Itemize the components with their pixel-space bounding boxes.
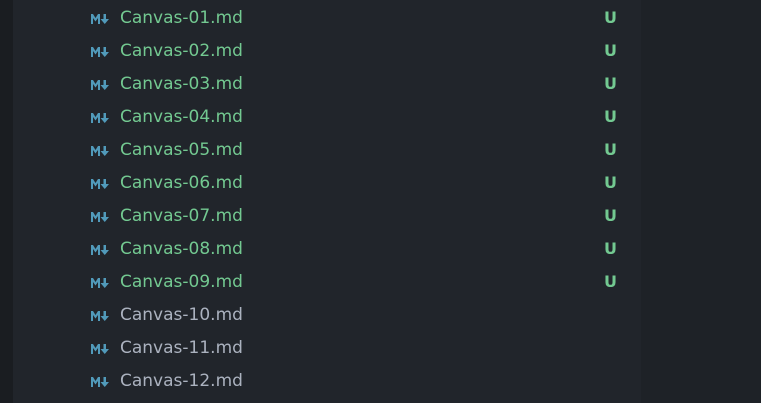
- file-name: Canvas-06.md: [120, 173, 243, 193]
- editor-area: [641, 0, 761, 403]
- markdown-icon: [91, 80, 109, 90]
- markdown-icon: [91, 278, 109, 288]
- file-name: Canvas-08.md: [120, 239, 243, 259]
- markdown-icon: [91, 146, 109, 156]
- markdown-icon: [91, 179, 109, 189]
- file-explorer: Canvas-01.md U Canvas-02.md U Canvas-03.…: [13, 0, 641, 403]
- activity-gutter: [0, 0, 13, 403]
- git-status-badge: U: [604, 206, 617, 225]
- markdown-icon: [91, 212, 109, 222]
- git-status-badge: U: [604, 74, 617, 93]
- file-name: Canvas-12.md: [120, 371, 243, 391]
- file-name: Canvas-02.md: [120, 41, 243, 61]
- git-status-badge: U: [604, 8, 617, 27]
- markdown-icon: [91, 245, 109, 255]
- file-item[interactable]: Canvas-08.md U: [13, 233, 641, 266]
- file-name: Canvas-10.md: [120, 305, 243, 325]
- file-item[interactable]: Canvas-05.md U: [13, 134, 641, 167]
- file-item[interactable]: Canvas-09.md U: [13, 266, 641, 299]
- markdown-icon: [91, 113, 109, 123]
- git-status-badge: U: [604, 140, 617, 159]
- file-name: Canvas-01.md: [120, 8, 243, 28]
- file-item[interactable]: Canvas-03.md U: [13, 68, 641, 101]
- git-status-badge: U: [604, 239, 617, 258]
- file-item[interactable]: Canvas-04.md U: [13, 101, 641, 134]
- file-name: Canvas-07.md: [120, 206, 243, 226]
- git-status-badge: U: [604, 173, 617, 192]
- git-status-badge: U: [604, 272, 617, 291]
- vscode-window: Canvas-01.md U Canvas-02.md U Canvas-03.…: [0, 0, 761, 403]
- file-name: Canvas-05.md: [120, 140, 243, 160]
- file-name: Canvas-04.md: [120, 107, 243, 127]
- markdown-icon: [91, 47, 109, 57]
- file-item[interactable]: Canvas-10.md: [13, 299, 641, 332]
- file-list: Canvas-01.md U Canvas-02.md U Canvas-03.…: [13, 2, 641, 398]
- file-item[interactable]: Canvas-07.md U: [13, 200, 641, 233]
- file-name: Canvas-11.md: [120, 338, 243, 358]
- file-item[interactable]: Canvas-02.md U: [13, 35, 641, 68]
- file-item[interactable]: Canvas-11.md: [13, 332, 641, 365]
- file-item[interactable]: Canvas-01.md U: [13, 2, 641, 35]
- markdown-icon: [91, 377, 109, 387]
- git-status-badge: U: [604, 41, 617, 60]
- git-status-badge: U: [604, 107, 617, 126]
- file-name: Canvas-03.md: [120, 74, 243, 94]
- file-item[interactable]: Canvas-12.md: [13, 365, 641, 398]
- markdown-icon: [91, 14, 109, 24]
- file-name: Canvas-09.md: [120, 272, 243, 292]
- file-item[interactable]: Canvas-06.md U: [13, 167, 641, 200]
- markdown-icon: [91, 311, 109, 321]
- markdown-icon: [91, 344, 109, 354]
